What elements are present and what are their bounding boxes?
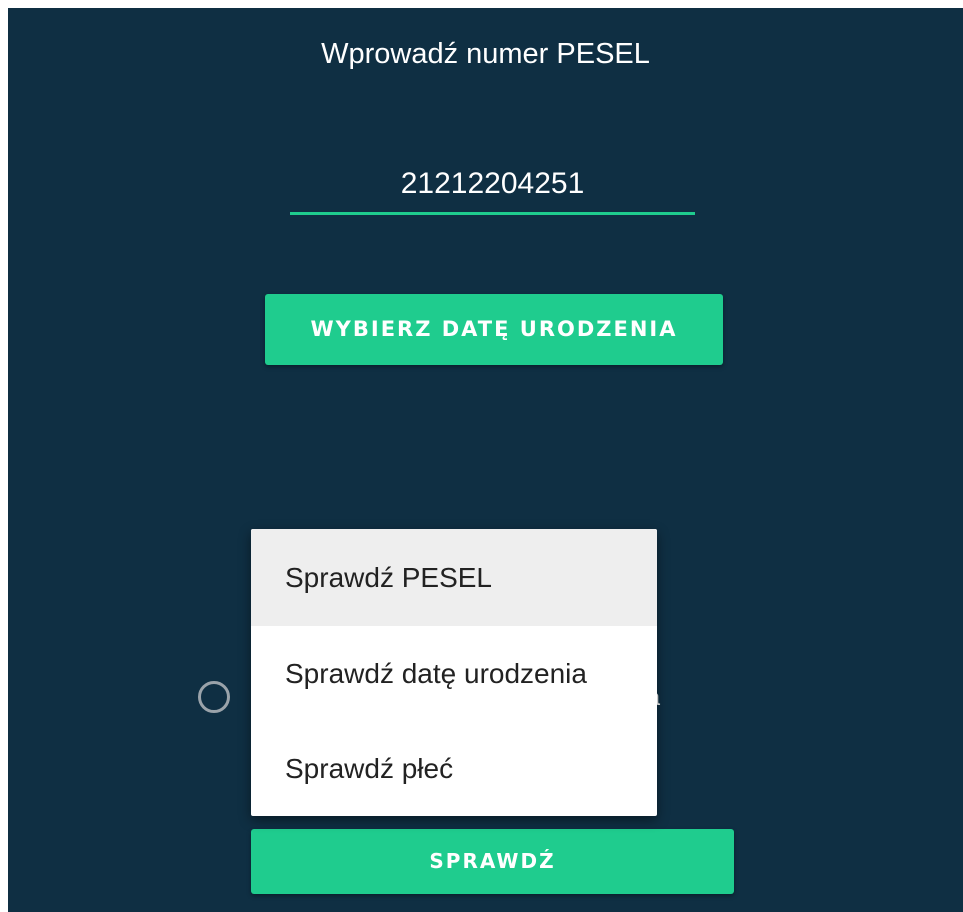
menu-item-check-birthdate[interactable]: Sprawdź datę urodzenia [251,626,657,722]
page-title: Wprowadź numer PESEL [321,38,650,70]
check-button[interactable]: SPRAWDŹ [251,829,734,894]
menu-item-check-gender[interactable]: Sprawdź płeć [251,722,657,816]
pesel-input[interactable]: 21212204251 [290,162,695,215]
app-screen: Wprowadź numer PESEL 21212204251 WYBIERZ… [8,8,963,912]
radio-button[interactable] [198,681,230,713]
menu-item-check-pesel[interactable]: Sprawdź PESEL [251,529,657,626]
select-birthdate-button[interactable]: WYBIERZ DATĘ URODZENIA [265,294,723,365]
dropdown-menu: Sprawdź PESEL Sprawdź datę urodzenia Spr… [251,529,657,816]
